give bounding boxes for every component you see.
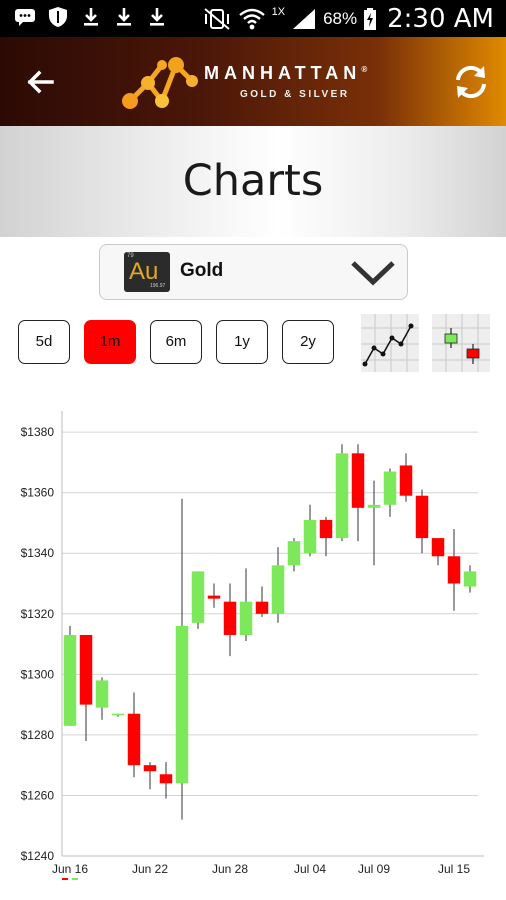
chevron-down-icon <box>351 261 395 286</box>
battery-icon <box>364 8 377 30</box>
candle-up[interactable] <box>335 453 349 539</box>
candle-up[interactable] <box>191 571 205 623</box>
candle-down[interactable] <box>127 713 141 766</box>
candle-down[interactable] <box>79 634 93 705</box>
candle-down[interactable] <box>399 465 413 496</box>
candlestick-chart-icon[interactable] <box>432 314 490 372</box>
candle-down[interactable] <box>351 453 365 508</box>
status-bar: 1X 68% 2:30 AM <box>0 0 506 37</box>
y-tick-label: $1260 <box>21 788 55 802</box>
candle-down[interactable] <box>207 595 221 599</box>
candle-down[interactable] <box>159 774 173 784</box>
wifi-icon <box>238 8 265 30</box>
metal-select-dropdown[interactable]: 79 Au 196.97 Gold <box>99 244 408 300</box>
range-1y-button[interactable]: 1y <box>216 320 268 364</box>
page-header: Charts <box>0 126 506 237</box>
atomic-mass: 196.97 <box>150 283 166 289</box>
range-2y-button[interactable]: 2y <box>282 320 334 364</box>
candle-down[interactable] <box>319 519 333 539</box>
x-tick-label: Jun 22 <box>132 862 168 876</box>
range-5d-button[interactable]: 5d <box>18 320 70 364</box>
message-icon <box>15 9 35 26</box>
candle-up[interactable] <box>175 625 189 784</box>
brand-name: MANHATTAN® <box>204 63 368 83</box>
candle-up[interactable] <box>367 504 381 508</box>
selected-metal-label: Gold <box>180 260 224 281</box>
x-tick-label: Jun 16 <box>52 862 88 876</box>
download-icon <box>84 8 98 26</box>
candle-up[interactable] <box>463 571 477 587</box>
candle-down[interactable] <box>143 765 157 772</box>
x-tick-label: Jun 28 <box>212 862 248 876</box>
y-tick-label: $1240 <box>21 849 55 863</box>
y-tick-label: $1340 <box>21 546 55 560</box>
battery-percent: 68% <box>323 9 358 28</box>
download-icon <box>150 8 164 26</box>
candle-up[interactable] <box>303 519 317 554</box>
y-tick-label: $1380 <box>21 425 55 439</box>
molecule-logo-icon <box>122 57 198 109</box>
candle-down[interactable] <box>431 538 445 557</box>
clock: 2:30 AM <box>387 4 494 34</box>
shield-icon <box>49 7 67 27</box>
element-symbol: Au <box>129 258 159 285</box>
y-tick-label: $1320 <box>21 607 55 621</box>
candle-up[interactable] <box>63 634 77 726</box>
candle-down[interactable] <box>447 556 461 584</box>
range-6m-button[interactable]: 6m <box>150 320 202 364</box>
x-tick-label: Jul 09 <box>358 862 390 876</box>
back-arrow-icon[interactable] <box>18 59 64 105</box>
x-tick-label: Jul 15 <box>438 862 470 876</box>
signal-icon <box>293 9 316 29</box>
candle-down[interactable] <box>255 601 269 614</box>
candle-up[interactable] <box>239 601 253 635</box>
network-type: 1X <box>271 6 286 18</box>
candle-down[interactable] <box>223 601 237 635</box>
page-title: Charts <box>182 156 324 206</box>
legend-up-mark <box>72 878 78 880</box>
price-candlestick-chart[interactable]: $1240 $1260 $1280 $1300 $1320 $1340 $1360 $1380… <box>0 405 506 900</box>
y-tick-label: $1280 <box>21 728 55 742</box>
download-icon <box>117 8 131 26</box>
refresh-icon[interactable] <box>450 61 492 103</box>
gold-element-icon: 79 Au 196.97 <box>124 252 170 292</box>
candle-up[interactable] <box>271 565 285 614</box>
brand-logo: MANHATTAN® GOLD & SILVER <box>118 47 418 117</box>
candle-up[interactable] <box>383 471 397 505</box>
candle-up[interactable] <box>95 680 109 708</box>
y-tick-label: $1360 <box>21 486 55 500</box>
candle-up[interactable] <box>287 541 301 566</box>
notification-icons <box>14 6 168 28</box>
line-chart-icon[interactable] <box>361 314 419 372</box>
app-bar: MANHATTAN® GOLD & SILVER <box>0 37 506 126</box>
y-tick-label: $1300 <box>21 667 55 681</box>
system-status: 1X 68% 2:30 AM <box>202 4 494 34</box>
vibrate-mute-icon <box>203 8 230 30</box>
legend-down-mark <box>62 878 68 880</box>
candle-up[interactable] <box>111 713 125 716</box>
brand-subtitle: GOLD & SILVER <box>240 89 350 100</box>
x-tick-label: Jul 04 <box>294 862 326 876</box>
range-1m-button[interactable]: 1m <box>84 320 136 364</box>
candle-down[interactable] <box>415 495 429 539</box>
